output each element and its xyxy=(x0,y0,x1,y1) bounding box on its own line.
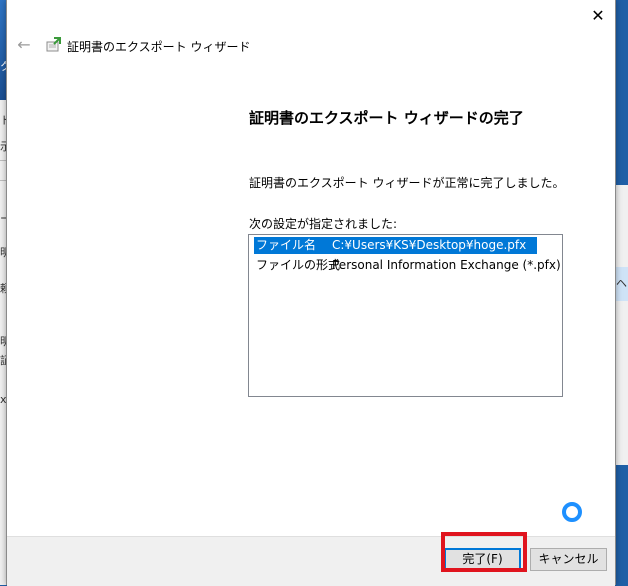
finish-button[interactable]: 完了(F) xyxy=(444,548,521,571)
close-button[interactable]: ✕ xyxy=(587,6,609,26)
completion-message: 証明書のエクスポート ウィザードが正常に完了しました。 xyxy=(249,176,565,190)
back-button[interactable]: ← xyxy=(15,36,33,54)
settings-list[interactable]: ファイル名 C:¥Users¥KS¥Desktop¥hoge.pfx ファイルの… xyxy=(248,234,563,397)
busy-spinner-icon xyxy=(562,502,582,522)
back-arrow-icon: ← xyxy=(17,35,31,54)
setting-key: ファイル名 xyxy=(256,238,317,252)
certificate-export-wizard-dialog: ✕ ← 証明書のエクスポート ウィザード 証明書のエクスポート ウィザードの完了… xyxy=(6,0,616,586)
background-text: ヘ xyxy=(616,277,627,290)
settings-row-file-name[interactable]: ファイル名 C:¥Users¥KS¥Desktop¥hoge.pfx xyxy=(254,237,537,254)
close-icon: ✕ xyxy=(591,6,605,25)
certificate-wizard-icon xyxy=(46,37,61,52)
setting-key: ファイルの形式 xyxy=(256,258,341,272)
settings-label: 次の設定が指定されました: xyxy=(249,217,398,231)
dialog-footer: 完了(F) キャンセル xyxy=(7,536,615,586)
settings-row-file-format[interactable]: ファイルの形式 Personal Information Exchange (*… xyxy=(254,257,561,274)
page-heading: 証明書のエクスポート ウィザードの完了 xyxy=(249,109,524,127)
setting-value: C:¥Users¥KS¥Desktop¥hoge.pfx xyxy=(332,238,527,252)
window-title: 証明書のエクスポート ウィザード xyxy=(67,40,251,54)
cancel-button[interactable]: キャンセル xyxy=(530,548,607,571)
setting-value: Personal Information Exchange (*.pfx) xyxy=(332,258,561,272)
